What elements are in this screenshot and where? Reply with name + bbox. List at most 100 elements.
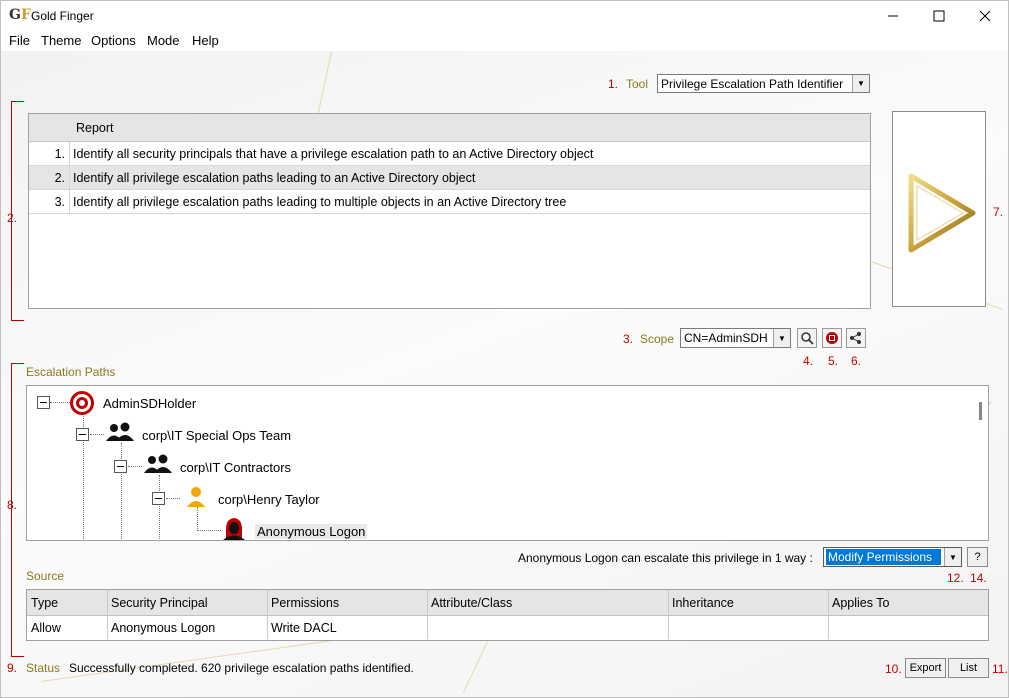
- close-button[interactable]: [962, 1, 1008, 31]
- column-divider: [69, 190, 70, 213]
- maximize-icon: [933, 10, 945, 22]
- menu-bar: File Theme Options Mode Help: [1, 31, 1008, 51]
- report-grid-header: Report: [29, 114, 870, 142]
- list-button[interactable]: List: [948, 658, 989, 678]
- report-row-number: 2.: [54, 171, 65, 185]
- cell-type: Allow: [31, 621, 61, 635]
- menu-options[interactable]: Options: [91, 33, 136, 48]
- menu-file[interactable]: File: [9, 33, 30, 48]
- column-applies-to: Applies To: [832, 596, 890, 610]
- share-button[interactable]: [846, 328, 866, 348]
- column-permissions: Permissions: [271, 596, 340, 610]
- collapse-toggle[interactable]: [76, 428, 89, 441]
- report-column-header: Report: [76, 121, 114, 135]
- tree-connector: [159, 475, 160, 540]
- permission-select[interactable]: Modify Permissions ▼: [823, 547, 962, 567]
- report-grid: Report 1. Identify all security principa…: [28, 113, 871, 309]
- collapse-toggle[interactable]: [37, 396, 50, 409]
- cell-permissions: Write DACL: [271, 621, 337, 635]
- table-row[interactable]: Allow Anonymous Logon Write DACL: [27, 616, 988, 639]
- column-inheritance: Inheritance: [672, 596, 734, 610]
- export-number: 10.: [885, 662, 902, 676]
- app-window: GF Gold Finger File Theme Options Mode H…: [0, 0, 1009, 698]
- tool-select-value: Privilege Escalation Path Identifier: [661, 77, 844, 91]
- tree-scrollbar[interactable]: [979, 402, 982, 420]
- source-grid-header: Type Security Principal Permissions Attr…: [27, 590, 988, 616]
- tree-node-anonymous-logon[interactable]: Anonymous Logon: [221, 517, 368, 540]
- scope-label: Scope: [640, 332, 675, 346]
- collapse-toggle[interactable]: [114, 460, 127, 473]
- tree-connector: [50, 402, 70, 403]
- tree-connector: [128, 466, 142, 467]
- column-divider: [69, 166, 70, 189]
- menu-mode[interactable]: Mode: [147, 33, 180, 48]
- report-row[interactable]: 1. Identify all security principals that…: [29, 142, 870, 166]
- minimize-icon: [888, 15, 898, 17]
- share-icon: [850, 332, 861, 344]
- run-number: 7.: [993, 205, 1004, 219]
- report-row-number: 3.: [54, 195, 65, 209]
- app-logo-icon: GF: [9, 7, 31, 23]
- tree-node-label: AdminSDHolder: [103, 396, 197, 411]
- title-bar: GF Gold Finger: [1, 1, 1008, 31]
- menu-theme[interactable]: Theme: [41, 33, 81, 48]
- hacker-icon: [223, 518, 245, 540]
- share-number: 6.: [851, 354, 862, 368]
- help-number: 14.: [970, 571, 987, 585]
- tree-node-label: corp\IT Contractors: [180, 460, 292, 475]
- column-type: Type: [31, 596, 59, 610]
- search-button[interactable]: [797, 328, 817, 348]
- tree-node-label: corp\IT Special Ops Team: [142, 428, 292, 443]
- status-number: 9.: [7, 661, 18, 675]
- run-button[interactable]: [892, 111, 986, 307]
- search-icon: [801, 332, 814, 345]
- group-icon: [144, 454, 172, 473]
- cell-security-principal: Anonymous Logon: [111, 621, 216, 635]
- collapse-toggle[interactable]: [152, 492, 165, 505]
- column-attribute-class: Attribute/Class: [431, 596, 513, 610]
- source-label: Source: [26, 569, 65, 583]
- clear-number: 5.: [828, 354, 839, 368]
- permission-select-value: Modify Permissions: [826, 549, 941, 565]
- column-divider: [69, 142, 70, 165]
- scope-select[interactable]: CN=AdminSDH ▼: [680, 328, 791, 348]
- close-icon: [979, 10, 991, 22]
- report-row-text: Identify all privilege escalation paths …: [73, 195, 567, 209]
- menu-help[interactable]: Help: [192, 33, 219, 48]
- client-area: 1. Tool Privilege Escalation Path Identi…: [1, 51, 1008, 697]
- escalation-paths-label: Escalation Paths: [26, 365, 116, 379]
- report-row[interactable]: 2. Identify all privilege escalation pat…: [29, 166, 870, 190]
- help-button[interactable]: ?: [967, 547, 988, 567]
- tree-node-label: corp\Henry Taylor: [218, 492, 320, 507]
- play-icon: [908, 173, 976, 253]
- user-icon: [187, 487, 205, 507]
- search-number: 4.: [803, 354, 814, 368]
- tree-connector: [197, 507, 198, 531]
- tool-select[interactable]: Privilege Escalation Path Identifier ▼: [657, 74, 870, 93]
- tool-number: 1.: [608, 77, 619, 91]
- tree-node-label: Anonymous Logon: [255, 524, 368, 539]
- scope-number: 3.: [623, 332, 634, 346]
- tree-connector: [166, 498, 180, 499]
- reports-number: 2.: [7, 211, 18, 225]
- source-grid: Type Security Principal Permissions Attr…: [26, 589, 989, 641]
- report-row[interactable]: 3. Identify all privilege escalation pat…: [29, 190, 870, 214]
- export-button[interactable]: Export: [905, 658, 946, 678]
- minimize-button[interactable]: [870, 1, 916, 31]
- scope-select-value: CN=AdminSDH: [684, 331, 768, 345]
- column-security-principal: Security Principal: [111, 596, 208, 610]
- stop-icon: [826, 332, 838, 344]
- permission-number: 12.: [947, 571, 964, 585]
- chevron-down-icon: ▼: [944, 548, 961, 566]
- window-title: Gold Finger: [31, 9, 94, 23]
- tree-connector: [90, 434, 104, 435]
- report-row-text: Identify all privilege escalation paths …: [73, 171, 476, 185]
- escalation-summary-text: Anonymous Logon can escalate this privil…: [518, 551, 813, 565]
- status-text: Successfully completed. 620 privilege es…: [69, 661, 414, 675]
- report-row-number: 1.: [54, 147, 65, 161]
- clear-button[interactable]: [822, 328, 842, 348]
- maximize-button[interactable]: [916, 1, 962, 31]
- escalation-number: 8.: [7, 498, 18, 512]
- chevron-down-icon: ▼: [852, 75, 869, 92]
- group-icon: [106, 422, 134, 441]
